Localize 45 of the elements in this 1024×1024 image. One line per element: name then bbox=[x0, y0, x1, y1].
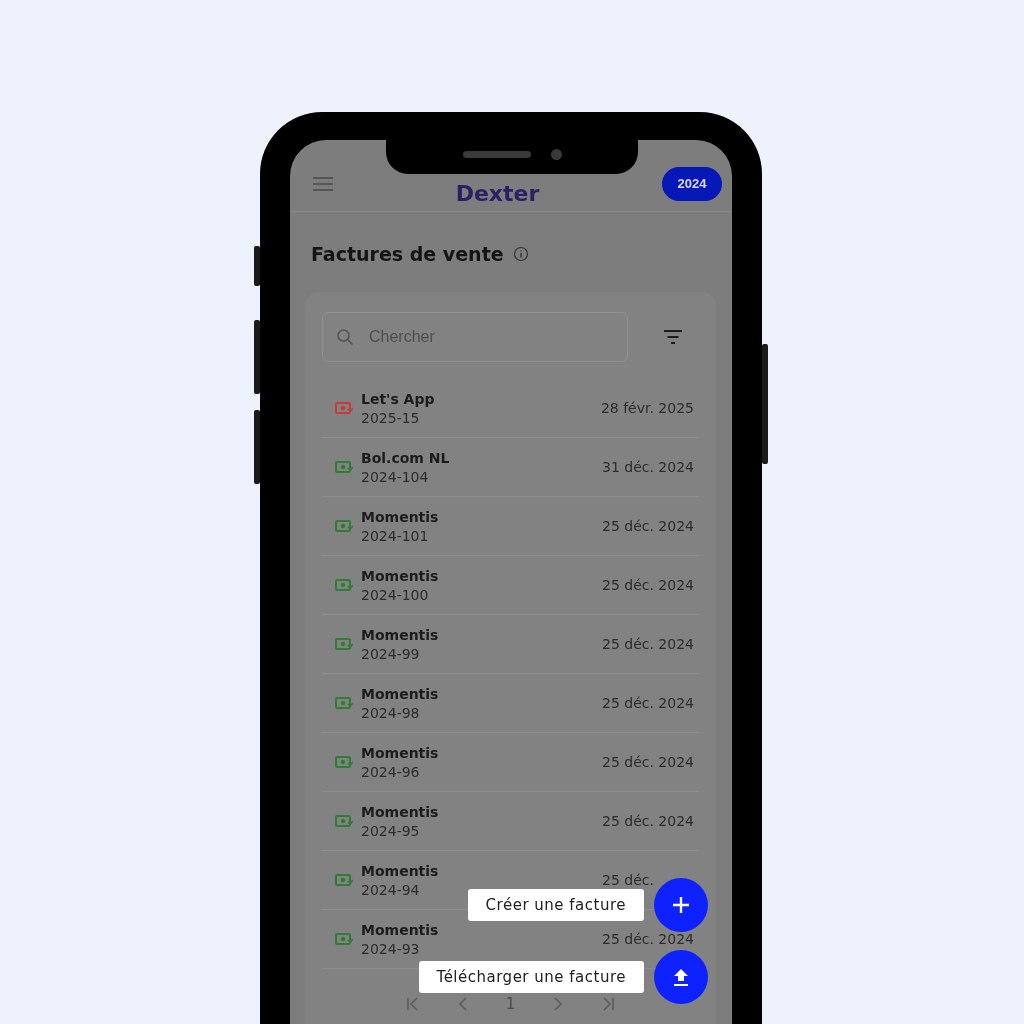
upload-icon bbox=[673, 968, 689, 986]
invoice-number: 2024-96 bbox=[361, 763, 421, 780]
plus-icon bbox=[672, 896, 690, 914]
logo: Dexter bbox=[455, 181, 540, 206]
invoice-date: 25 déc. 2024 bbox=[602, 636, 694, 652]
invoice-date: 25 déc. 2024 bbox=[602, 518, 694, 534]
client-name: Bol.com NL bbox=[361, 449, 451, 466]
client-name: Momentis bbox=[361, 685, 440, 702]
year-button[interactable]: 2024 bbox=[662, 166, 722, 201]
menu-icon[interactable] bbox=[313, 176, 333, 191]
invoice-number: 2024-94 bbox=[361, 881, 421, 898]
action-label[interactable]: Créer une facture bbox=[467, 889, 644, 921]
invoice-date: 31 déc. 2024 bbox=[602, 459, 694, 475]
filter-icon[interactable] bbox=[663, 330, 683, 344]
first-page-icon[interactable] bbox=[405, 997, 420, 1011]
previous-page-icon[interactable] bbox=[457, 997, 468, 1011]
invoice-date: 25 déc. 2024 bbox=[602, 695, 694, 711]
invoice-number: 2024-104 bbox=[361, 468, 430, 485]
invoice-date: 25 déc. 2024 bbox=[602, 813, 694, 829]
invoice-number: 2024-93 bbox=[361, 940, 421, 957]
invoice-number: 2024-100 bbox=[361, 586, 430, 603]
client-name: Momentis bbox=[361, 567, 440, 584]
client-name: Momentis bbox=[361, 508, 440, 525]
action-label[interactable]: Télécharger une facture bbox=[418, 961, 644, 993]
client-name: Momentis bbox=[361, 862, 440, 879]
search-icon bbox=[336, 328, 354, 346]
invoice-date: 28 févr. 2025 bbox=[600, 400, 694, 416]
client-name: Let's App bbox=[361, 390, 436, 407]
next-page-icon[interactable] bbox=[553, 997, 564, 1011]
client-name: Momentis bbox=[361, 626, 440, 643]
invoice-number: 2024-99 bbox=[361, 645, 421, 662]
client-name: Momentis bbox=[361, 744, 440, 761]
last-page-icon[interactable] bbox=[601, 997, 616, 1011]
invoice-number: 2024-95 bbox=[361, 822, 421, 839]
invoice-date: 25 déc. bbox=[602, 872, 655, 888]
client-name: Momentis bbox=[361, 921, 440, 938]
info-icon[interactable] bbox=[512, 246, 529, 262]
page-title: Factures de vente bbox=[311, 243, 504, 265]
invoice-number: 2024-98 bbox=[361, 704, 421, 721]
invoice-date: 25 déc. 2024 bbox=[602, 931, 694, 947]
invoice-number: 2024-101 bbox=[361, 527, 430, 544]
invoice-number: 2025-15 bbox=[361, 409, 421, 426]
client-name: Momentis bbox=[361, 803, 440, 820]
invoice-date: 25 déc. 2024 bbox=[602, 754, 694, 770]
invoice-date: 25 déc. 2024 bbox=[602, 577, 694, 593]
